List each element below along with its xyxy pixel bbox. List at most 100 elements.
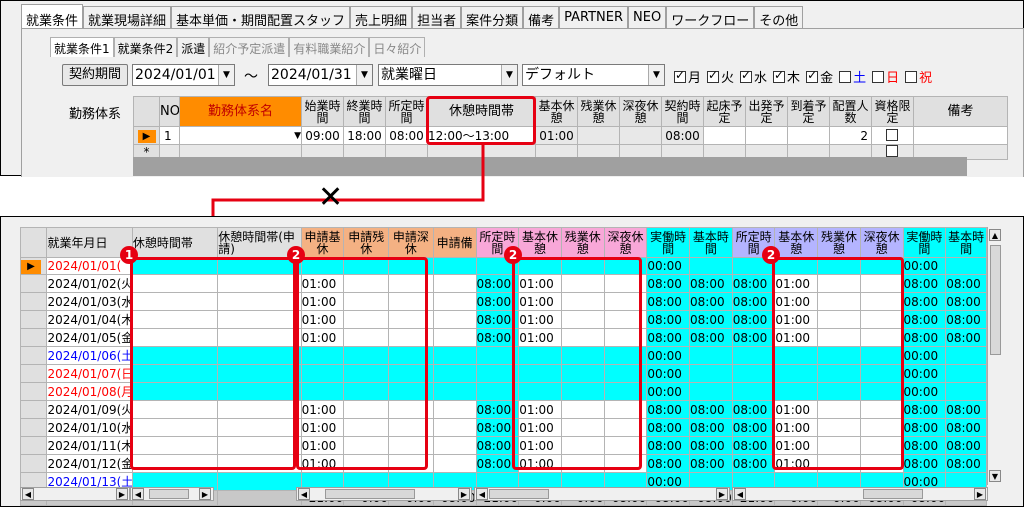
table-cell[interactable] bbox=[432, 346, 477, 365]
column-header[interactable]: 申請深休 bbox=[388, 227, 434, 258]
scroll-right-icon[interactable]: ▶ bbox=[716, 488, 728, 500]
table-cell[interactable]: 08:00 bbox=[689, 436, 733, 455]
column-header[interactable]: 基本休憩 bbox=[518, 227, 562, 258]
table-cell[interactable] bbox=[432, 292, 477, 311]
table-cell[interactable]: 08:00 bbox=[902, 454, 947, 473]
table-cell[interactable]: 08:00 bbox=[689, 292, 733, 311]
column-header[interactable]: 基本時間 bbox=[945, 227, 987, 258]
column-header[interactable]: 残業休憩 bbox=[560, 227, 605, 258]
table-cell[interactable] bbox=[689, 346, 733, 365]
scroll-right-icon[interactable]: ▶ bbox=[116, 488, 128, 500]
date-cell[interactable]: 2024/01/08(月 bbox=[46, 382, 133, 401]
table-cell[interactable] bbox=[432, 310, 477, 329]
table-cell[interactable]: 08:00 bbox=[945, 436, 987, 455]
table-cell[interactable]: 08:00 bbox=[902, 436, 947, 455]
table-cell[interactable]: 08:00 bbox=[945, 328, 987, 347]
hscroll-4[interactable]: ◀ ▶ bbox=[474, 487, 730, 501]
column-header[interactable]: 残業休憩 bbox=[817, 227, 861, 258]
table-cell[interactable]: 08:00 bbox=[689, 310, 733, 329]
table-cell[interactable]: 08:00 bbox=[731, 274, 776, 293]
column-header[interactable]: 基本休憩 bbox=[774, 227, 819, 258]
table-cell[interactable] bbox=[432, 328, 477, 347]
table-cell[interactable]: 08:00 bbox=[646, 418, 691, 437]
table-cell[interactable] bbox=[731, 382, 776, 401]
table-cell[interactable] bbox=[432, 364, 477, 383]
table-cell[interactable]: 08:00 bbox=[945, 418, 987, 437]
column-header[interactable]: 申請基休 bbox=[300, 227, 345, 258]
column-header[interactable]: 申請備 bbox=[432, 227, 477, 258]
date-cell[interactable]: 2024/01/11(木 bbox=[46, 436, 133, 455]
table-cell[interactable] bbox=[731, 346, 776, 365]
table-cell[interactable]: 08:00 bbox=[945, 274, 987, 293]
table-cell[interactable] bbox=[945, 382, 987, 401]
table-cell[interactable]: 08:00 bbox=[646, 454, 691, 473]
hscroll-5[interactable]: ◀ ▶ bbox=[732, 487, 988, 501]
table-cell[interactable] bbox=[432, 400, 477, 419]
table-cell[interactable]: 00:00 bbox=[646, 382, 691, 401]
column-header[interactable]: 休憩時間帯 bbox=[131, 227, 219, 258]
table-cell[interactable]: 08:00 bbox=[945, 292, 987, 311]
table-cell[interactable]: 08:00 bbox=[731, 436, 776, 455]
table-cell[interactable]: 00:00 bbox=[902, 382, 947, 401]
scroll-left-icon[interactable]: ◀ bbox=[132, 488, 144, 500]
table-cell[interactable]: 08:00 bbox=[646, 292, 691, 311]
table-cell[interactable]: 08:00 bbox=[689, 454, 733, 473]
table-cell[interactable]: 08:00 bbox=[945, 310, 987, 329]
table-cell[interactable]: 08:00 bbox=[646, 310, 691, 329]
column-header[interactable]: 実働時間 bbox=[902, 227, 947, 258]
table-cell[interactable] bbox=[432, 436, 477, 455]
table-cell[interactable]: 08:00 bbox=[731, 310, 776, 329]
table-cell[interactable]: 08:00 bbox=[646, 400, 691, 419]
date-cell[interactable]: 2024/01/10(水 bbox=[46, 418, 133, 437]
hscroll-3[interactable]: ◀ ▶ bbox=[296, 487, 472, 501]
table-cell[interactable]: 08:00 bbox=[902, 274, 947, 293]
table-cell[interactable]: 08:00 bbox=[646, 436, 691, 455]
date-cell[interactable]: 2024/01/12(金 bbox=[46, 454, 133, 473]
table-cell[interactable]: 08:00 bbox=[945, 400, 987, 419]
hscroll-1[interactable]: ◀ ▶ bbox=[20, 487, 130, 501]
scroll-thumb[interactable] bbox=[149, 489, 189, 499]
table-cell[interactable] bbox=[689, 364, 733, 383]
table-cell[interactable]: 08:00 bbox=[689, 328, 733, 347]
table-cell[interactable] bbox=[945, 364, 987, 383]
scroll-thumb[interactable] bbox=[489, 489, 549, 499]
column-header[interactable]: 基本時間 bbox=[689, 227, 733, 258]
table-cell[interactable]: 08:00 bbox=[902, 400, 947, 419]
date-cell[interactable]: 2024/01/04(木 bbox=[46, 310, 133, 329]
scroll-thumb[interactable] bbox=[990, 245, 1001, 355]
table-cell[interactable] bbox=[945, 257, 987, 275]
table-cell[interactable]: 08:00 bbox=[902, 328, 947, 347]
date-cell[interactable]: 2024/01/03(水 bbox=[46, 292, 133, 311]
scroll-right-icon[interactable]: ▶ bbox=[974, 488, 986, 500]
table-cell[interactable]: 00:00 bbox=[902, 364, 947, 383]
table-cell[interactable]: 00:00 bbox=[646, 257, 691, 275]
table-cell[interactable] bbox=[217, 472, 302, 491]
date-cell[interactable]: 2024/01/09(火 bbox=[46, 400, 133, 419]
table-cell[interactable]: 08:00 bbox=[731, 400, 776, 419]
table-cell[interactable] bbox=[689, 257, 733, 275]
scroll-down-icon[interactable]: ▼ bbox=[989, 470, 1001, 482]
table-cell[interactable]: 08:00 bbox=[646, 274, 691, 293]
column-header[interactable]: 深夜休憩 bbox=[603, 227, 648, 258]
table-cell[interactable]: 08:00 bbox=[902, 292, 947, 311]
column-header[interactable]: 申請残休 bbox=[343, 227, 390, 258]
date-cell[interactable]: 2024/01/07(日 bbox=[46, 364, 133, 383]
scroll-left-icon[interactable]: ◀ bbox=[734, 488, 746, 500]
scroll-up-icon[interactable]: ▲ bbox=[989, 229, 1001, 241]
table-cell[interactable]: 00:00 bbox=[646, 346, 691, 365]
table-cell[interactable]: 00:00 bbox=[902, 346, 947, 365]
scroll-left-icon[interactable]: ◀ bbox=[476, 488, 488, 500]
date-cell[interactable]: 2024/01/06(土 bbox=[46, 346, 133, 365]
table-cell[interactable] bbox=[432, 382, 477, 401]
scroll-left-icon[interactable]: ◀ bbox=[22, 488, 34, 500]
date-cell[interactable]: 2024/01/05(金 bbox=[46, 328, 133, 347]
table-cell[interactable]: 08:00 bbox=[902, 310, 947, 329]
scroll-thumb[interactable] bbox=[863, 489, 923, 499]
table-cell[interactable] bbox=[432, 454, 477, 473]
vertical-scrollbar[interactable]: ▲ ▼ bbox=[987, 227, 1003, 485]
table-cell[interactable]: 00:00 bbox=[902, 257, 947, 275]
scroll-right-icon[interactable]: ▶ bbox=[458, 488, 470, 500]
column-header[interactable]: 実働時間 bbox=[646, 227, 691, 258]
table-cell[interactable] bbox=[689, 382, 733, 401]
date-cell[interactable]: 2024/01/01( bbox=[46, 257, 133, 275]
